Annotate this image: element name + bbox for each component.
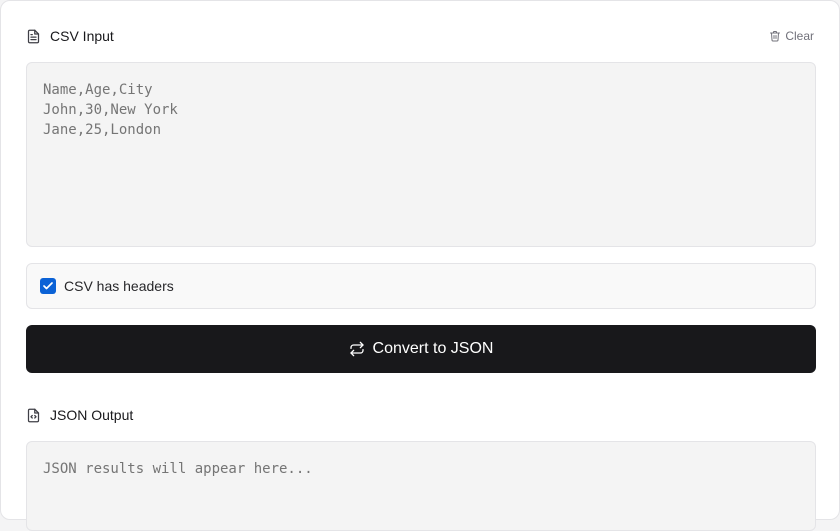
csv-input-header: CSV Input Clear bbox=[26, 25, 814, 47]
csv-headers-option[interactable]: CSV has headers bbox=[26, 263, 816, 309]
arrows-swap-icon bbox=[349, 341, 365, 357]
json-output-textarea[interactable] bbox=[26, 441, 816, 531]
convert-to-json-button[interactable]: Convert to JSON bbox=[26, 325, 816, 373]
convert-button-label: Convert to JSON bbox=[372, 340, 494, 357]
json-output-header: JSON Output bbox=[26, 404, 814, 426]
clear-button[interactable]: Clear bbox=[769, 29, 814, 43]
file-text-icon bbox=[26, 29, 41, 44]
converter-card: CSV Input Clear CSV has headers bbox=[0, 0, 840, 531]
csv-headers-checkbox[interactable] bbox=[40, 278, 56, 294]
file-code-icon bbox=[26, 408, 41, 423]
csv-input-title: CSV Input bbox=[50, 28, 114, 44]
clear-button-label: Clear bbox=[785, 29, 814, 43]
csv-input-title-group: CSV Input bbox=[26, 28, 114, 44]
checkmark-icon bbox=[43, 282, 53, 290]
json-output-title-group: JSON Output bbox=[26, 407, 133, 423]
trash-icon bbox=[769, 30, 781, 42]
csv-input-textarea[interactable] bbox=[26, 62, 816, 247]
csv-headers-label: CSV has headers bbox=[64, 278, 174, 294]
json-output-title: JSON Output bbox=[50, 407, 134, 423]
